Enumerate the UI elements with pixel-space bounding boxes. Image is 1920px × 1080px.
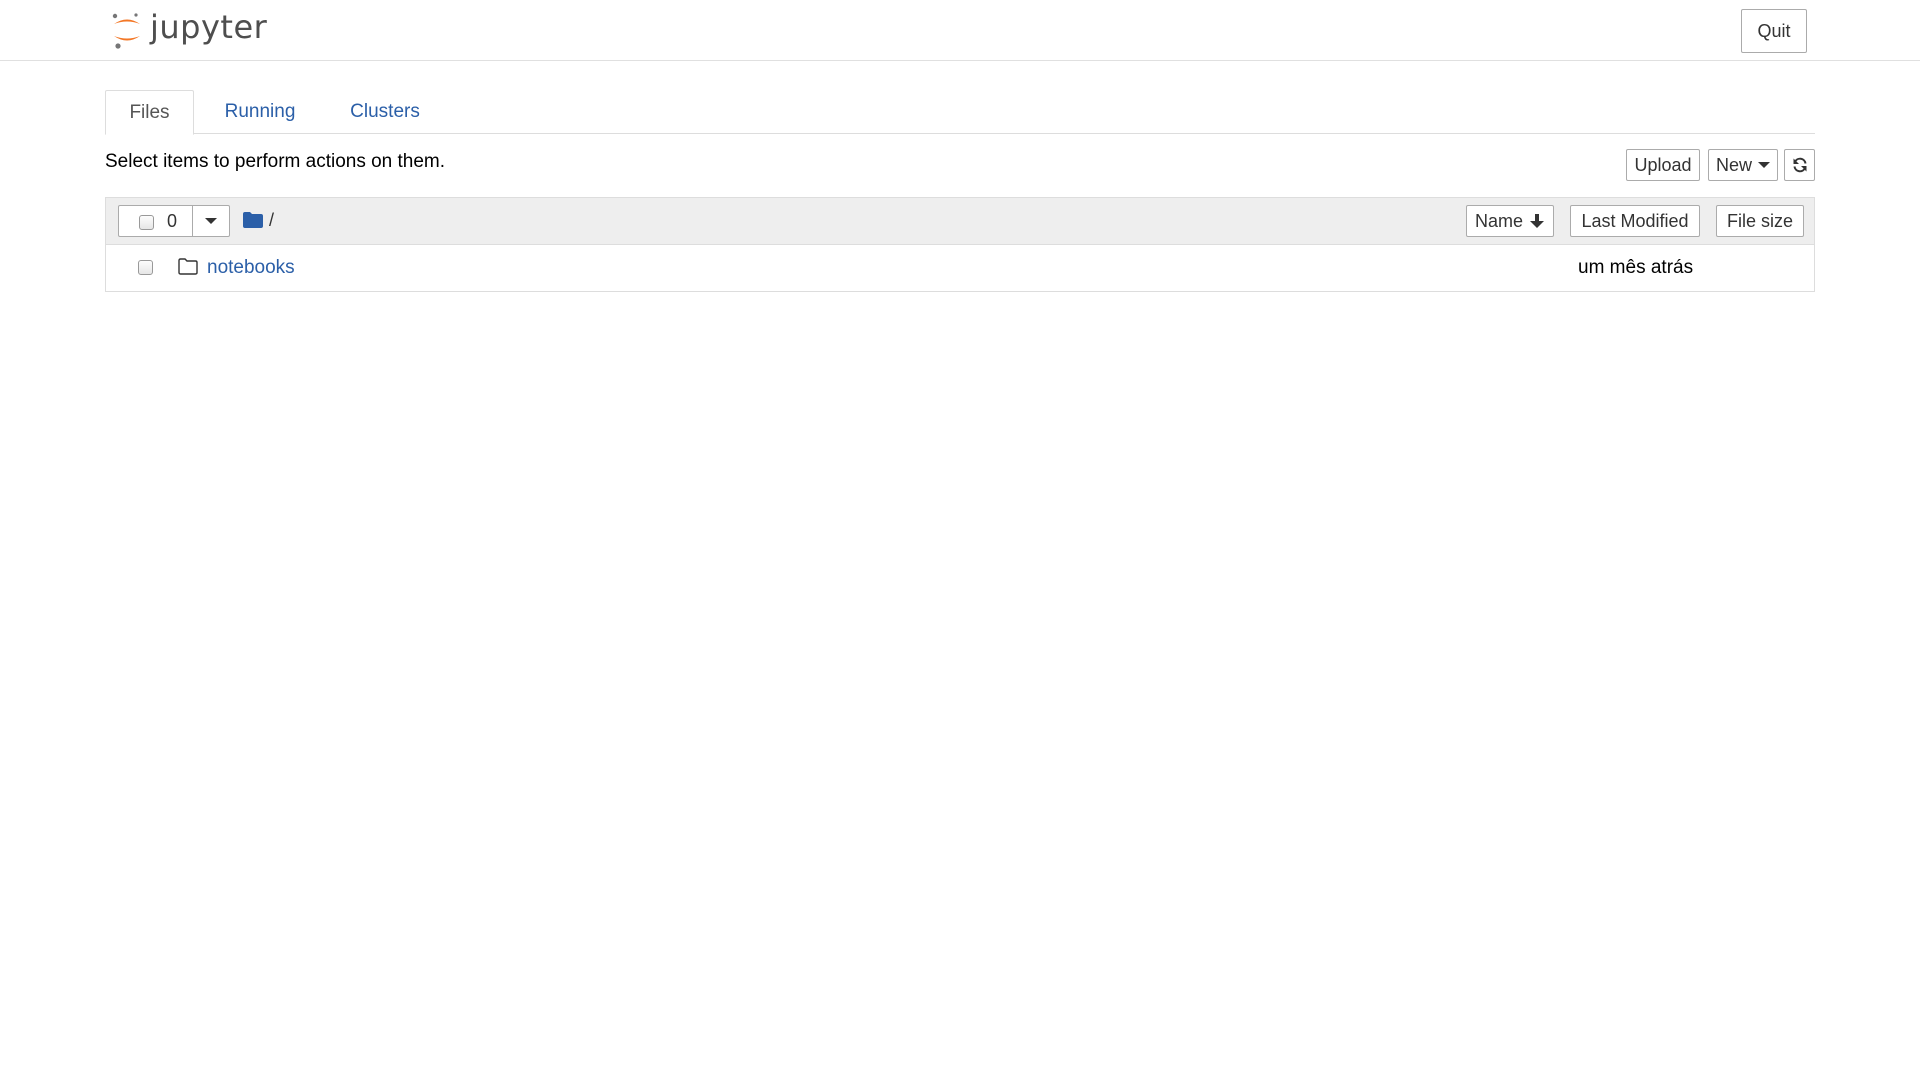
quit-button[interactable]: Quit bbox=[1741, 9, 1807, 53]
tab-clusters[interactable]: Clusters bbox=[330, 90, 440, 134]
tab-bar: Files Running Clusters bbox=[105, 90, 1815, 135]
select-dropdown-button[interactable] bbox=[192, 205, 230, 237]
sort-by-last-modified-button[interactable]: Last Modified bbox=[1570, 205, 1700, 237]
item-checkbox[interactable] bbox=[138, 260, 153, 275]
jupyter-logo-icon bbox=[112, 13, 140, 49]
select-all-control[interactable]: 0 bbox=[118, 205, 193, 237]
upload-label: Upload bbox=[1634, 154, 1692, 175]
list-header: 0 / Name Last Modified File size bbox=[106, 198, 1814, 245]
header: jupyter Quit bbox=[0, 0, 1920, 61]
tab-files[interactable]: Files bbox=[105, 90, 194, 135]
logo-text: jupyter bbox=[150, 8, 268, 46]
new-label: New bbox=[1715, 154, 1752, 175]
selected-count: 0 bbox=[167, 211, 178, 231]
file-list: 0 / Name Last Modified File size noteboo… bbox=[105, 197, 1815, 292]
folder-outline-icon bbox=[178, 258, 198, 275]
instructions-text: Select items to perform actions on them. bbox=[105, 151, 446, 172]
caret-down-icon bbox=[1758, 162, 1770, 168]
caret-down-icon bbox=[205, 218, 217, 224]
select-all-checkbox[interactable] bbox=[139, 215, 154, 230]
arrow-down-icon bbox=[1530, 214, 1544, 228]
item-name-link[interactable]: notebooks bbox=[207, 257, 295, 279]
sort-name-label: Name bbox=[1474, 210, 1523, 231]
sort-by-name-button[interactable]: Name bbox=[1466, 205, 1554, 237]
list-item[interactable]: notebooks um mês atrás bbox=[106, 246, 1814, 291]
tab-running[interactable]: Running bbox=[210, 90, 310, 134]
breadcrumb-root[interactable]: / bbox=[269, 210, 274, 231]
refresh-button[interactable] bbox=[1784, 149, 1815, 181]
item-last-modified: um mês atrás bbox=[1578, 257, 1694, 278]
sort-by-file-size-button[interactable]: File size bbox=[1716, 205, 1804, 237]
refresh-icon bbox=[1793, 157, 1806, 173]
folder-icon[interactable] bbox=[243, 212, 263, 228]
new-button[interactable]: New bbox=[1708, 149, 1778, 181]
upload-button[interactable]: Upload bbox=[1626, 149, 1700, 181]
jupyter-logo[interactable]: jupyter bbox=[110, 8, 270, 52]
